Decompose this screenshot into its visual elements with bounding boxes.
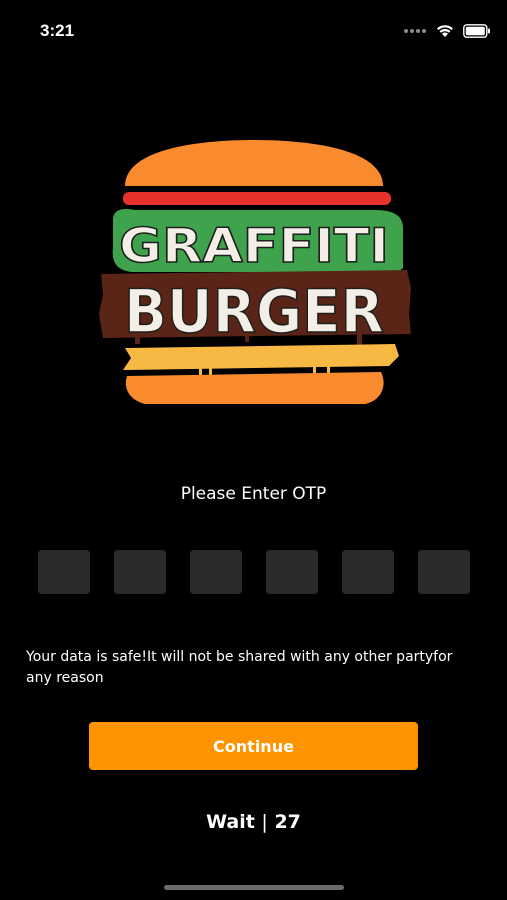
logo-line2: BURGER — [124, 277, 384, 347]
wifi-icon — [437, 25, 453, 37]
status-bar: 3:21 — [0, 0, 507, 60]
signal-dots-icon — [404, 28, 426, 33]
home-indicator[interactable] — [164, 885, 344, 890]
otp-digit-6[interactable] — [418, 550, 470, 594]
top-bun — [125, 140, 383, 186]
otp-digit-5[interactable] — [342, 550, 394, 594]
otp-digit-4[interactable] — [266, 550, 318, 594]
cheese-layer — [123, 344, 399, 370]
sauce-stripe — [123, 192, 391, 205]
continue-button[interactable]: Continue — [89, 722, 418, 770]
otp-title: Please Enter OTP — [180, 484, 327, 504]
status-icons — [403, 23, 491, 38]
otp-digit-3[interactable] — [190, 550, 242, 594]
otp-digit-2[interactable] — [114, 550, 166, 594]
privacy-note: Your data is safe!It will not be shared … — [26, 649, 453, 686]
graffiti-burger-logo: GRAFFITI BURGER — [99, 140, 411, 404]
wait-separator: | — [261, 811, 268, 833]
status-time: 3:21 — [40, 21, 75, 40]
wait-label: Wait — [206, 811, 255, 833]
bottom-bun — [125, 372, 384, 404]
wait-seconds: 27 — [274, 811, 301, 833]
logo-line1: GRAFFITI — [119, 219, 389, 274]
battery-icon — [463, 23, 490, 38]
otp-digit-1[interactable] — [38, 550, 90, 594]
resend-timer: Wait | 27 — [0, 811, 507, 833]
otp-input-row — [38, 550, 470, 594]
